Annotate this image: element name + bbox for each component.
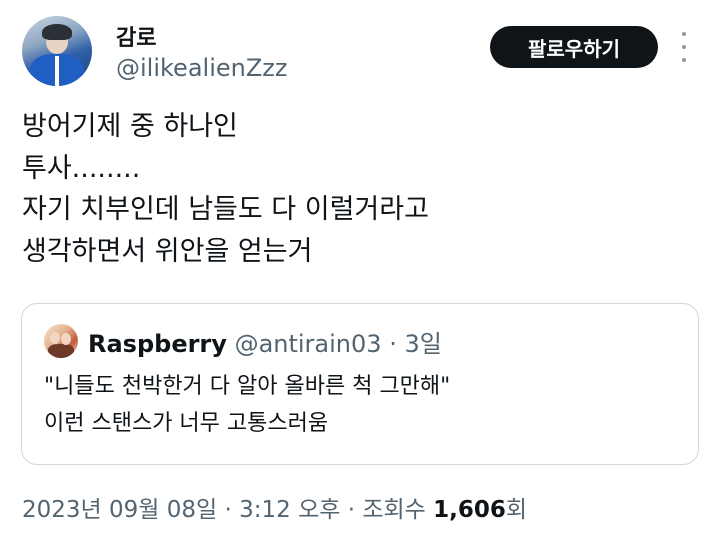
tweet-header: 감로 @ilikealienZzz 팔로우하기 — [20, 14, 700, 90]
quoted-author-avatar — [44, 324, 78, 358]
meta-separator: · — [217, 497, 240, 523]
author-avatar[interactable] — [22, 16, 92, 86]
more-vertical-icon[interactable] — [676, 32, 692, 62]
views-count: 1,606 — [433, 497, 506, 523]
views-label-prefix: 조회수 — [362, 497, 434, 523]
quoted-text-line: "니들도 천박한거 다 알아 올바른 척 그만해" — [44, 374, 451, 399]
tweet-text-line: 자기 치부인데 남들도 다 이럴거라고 — [22, 194, 429, 225]
quoted-tweet-card[interactable]: Raspberry @antirain03 · 3일 "니들도 천박한거 다 알… — [21, 303, 699, 465]
tweet-text-line: 투사........ — [22, 152, 141, 184]
author-display-name[interactable]: 감로 — [116, 20, 156, 52]
avatar-hair — [42, 24, 72, 40]
author-handle[interactable]: @ilikealienZzz — [116, 54, 287, 82]
tweet-text-line: 생각하면서 위안을 얻는거 — [22, 235, 313, 267]
quoted-text-line: 이런 스탠스가 너무 고통스러움 — [44, 411, 329, 436]
tweet-time[interactable]: 3:12 오후 — [239, 497, 340, 523]
quoted-author-name: Raspberry — [88, 330, 227, 358]
tweet-text-line: 방어기제 중 하나인 — [22, 111, 238, 142]
quoted-author-handle: @antirain03 · 3일 — [234, 330, 442, 358]
avatar-stripe — [55, 56, 59, 86]
quoted-tweet-meta: Raspberry @antirain03 · 3일 — [88, 324, 442, 359]
tweet-meta: 2023년 09월 08일 · 3:12 오후 · 조회수 1,606회 — [22, 490, 527, 524]
tweet-date[interactable]: 2023년 09월 08일 — [22, 497, 217, 523]
views-label-suffix: 회 — [505, 497, 528, 523]
meta-separator: · — [340, 497, 363, 523]
quoted-tweet-text: "니들도 천박한거 다 알아 올바른 척 그만해" 이런 스탠스가 너무 고통스… — [44, 368, 450, 442]
tweet-text: 방어기제 중 하나인 투사........ 자기 치부인데 남들도 다 이럴거라… — [22, 106, 702, 272]
follow-button[interactable]: 팔로우하기 — [490, 26, 658, 68]
